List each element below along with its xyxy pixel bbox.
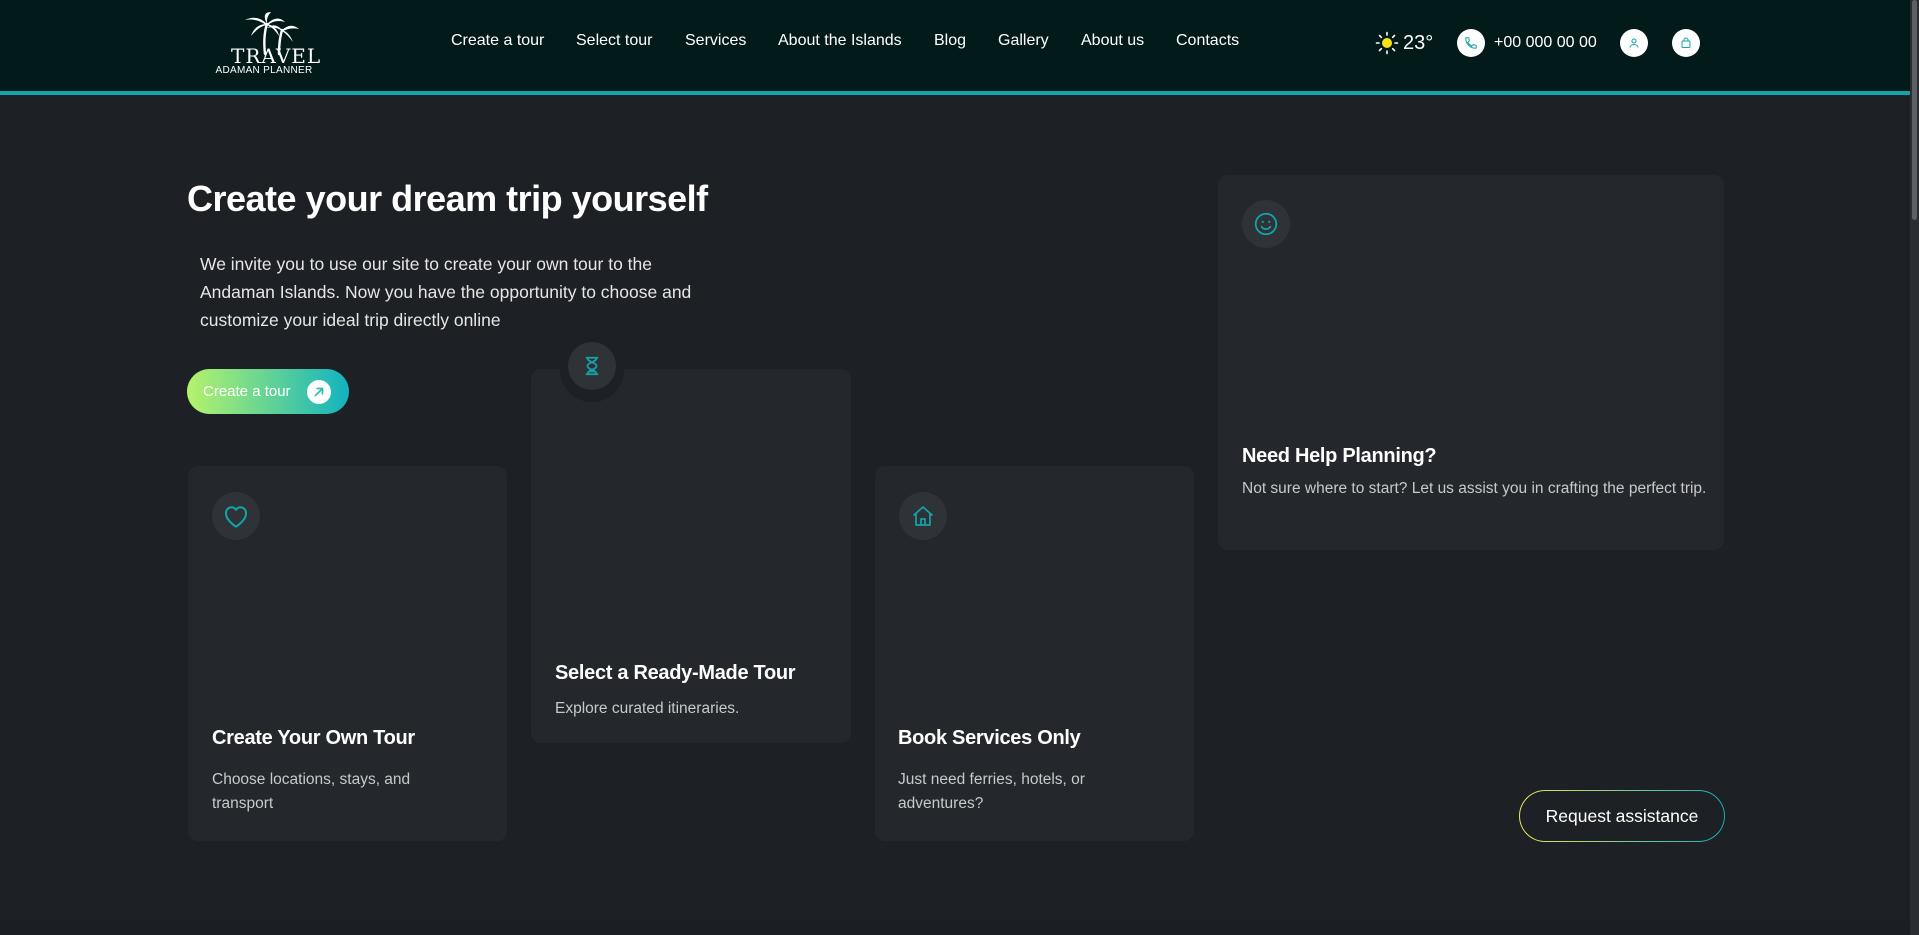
card-text: Choose locations, stays, and transport	[212, 771, 411, 812]
nav-create-a-tour[interactable]: Create a tour	[451, 32, 544, 50]
nav-services[interactable]: Services	[685, 32, 746, 50]
card-text: Not sure where to start? Let us assist y…	[1242, 480, 1707, 497]
card-select-ready-made-tour[interactable]: Explore curated itineraries. Select a Re…	[531, 369, 851, 743]
sun-icon	[1375, 31, 1399, 55]
shopping-bag-icon[interactable]	[1672, 29, 1700, 57]
hourglass-icon	[568, 342, 616, 390]
page-title: Create your dream trip yourself	[187, 178, 708, 219]
card-title: Need Help Planning?	[1242, 445, 1437, 467]
card-title: Select a Ready-Made Tour	[555, 662, 796, 684]
arrow-up-right-icon	[307, 380, 331, 404]
home-icon	[899, 492, 947, 540]
heart-icon	[212, 492, 260, 540]
create-tour-button[interactable]: Create a tour	[187, 369, 349, 414]
card-create-own-tour[interactable]: Create Your Own Tour Choose locations, s…	[188, 466, 507, 841]
next-section-edge	[0, 921, 1910, 935]
smile-icon	[1242, 200, 1290, 248]
nav-select-tour[interactable]: Select tour	[576, 32, 652, 50]
card-title: Book Services Only	[898, 727, 1081, 749]
scrollbar-thumb[interactable]	[1912, 0, 1917, 220]
card-book-services-only[interactable]: Book Services Only Just need ferries, ho…	[875, 466, 1194, 841]
phone-icon	[1457, 29, 1485, 57]
logo[interactable]: TRAVEL ADAMAN PLANNER	[211, 12, 320, 78]
card-need-help-planning[interactable]: Need Help Planning? Not sure where to st…	[1218, 175, 1724, 550]
card-text: Just need ferries, hotels, or adventures…	[898, 771, 1085, 812]
request-assistance-button[interactable]: Request assistance	[1519, 790, 1725, 842]
logo-subtitle: ADAMAN PLANNER	[215, 65, 313, 76]
nav-gallery[interactable]: Gallery	[998, 32, 1049, 50]
phone-contact[interactable]: +00 000 00 00	[1457, 29, 1597, 57]
request-assistance-label: Request assistance	[1545, 805, 1699, 826]
hero-description: We invite you to use our site to create …	[200, 254, 692, 330]
weather-widget: 23°	[1375, 30, 1433, 56]
nav-contacts[interactable]: Contacts	[1176, 32, 1239, 50]
create-tour-button-label: Create a tour	[203, 383, 291, 400]
site-header: TRAVEL ADAMAN PLANNER Create a tour Sele…	[0, 0, 1910, 95]
nav-about-the-islands[interactable]: About the Islands	[778, 32, 902, 50]
phone-number: +00 000 00 00	[1494, 34, 1597, 51]
nav-about-us[interactable]: About us	[1081, 32, 1144, 50]
temperature: 23°	[1403, 31, 1434, 54]
nav-blog[interactable]: Blog	[934, 32, 966, 50]
card-text: Explore curated itineraries.	[555, 700, 740, 717]
card-title: Create Your Own Tour	[212, 727, 415, 749]
user-icon[interactable]	[1620, 29, 1648, 57]
